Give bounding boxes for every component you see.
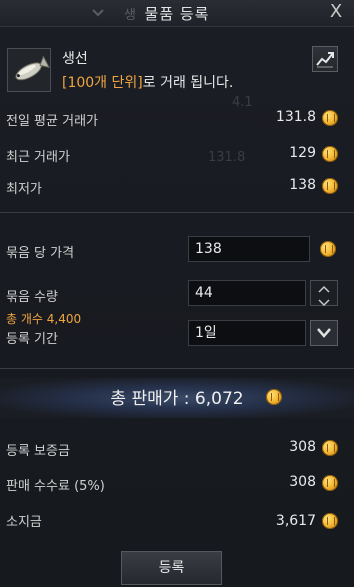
gold-coin-icon	[320, 241, 336, 257]
title-bar[interactable]: 생 물품 등록 X	[0, 0, 354, 27]
ghost-row-value: 131.8	[208, 150, 246, 165]
gold-coin-icon	[322, 178, 338, 194]
bundle-qty-label: 묶음 수량	[6, 290, 58, 305]
item-slot[interactable]	[7, 48, 51, 92]
bundle-qty-input[interactable]: 44	[188, 280, 306, 306]
period-dropdown-button[interactable]	[310, 320, 338, 346]
fish-icon	[15, 55, 51, 81]
money-on-hand-label: 소지금	[6, 515, 42, 530]
gold-coin-icon	[322, 440, 338, 456]
item-name: 생선	[62, 51, 88, 67]
section-divider	[0, 212, 354, 213]
chevron-down-icon	[317, 328, 331, 338]
ghost-row-value: 4.1	[232, 95, 253, 110]
section-divider	[0, 368, 354, 369]
item-trade-unit-text: [100개 단위]로 거래 됩니다.	[62, 72, 233, 92]
stepper-down-button[interactable]	[311, 293, 337, 307]
window-title: 물품 등록	[144, 5, 210, 23]
deposit-label: 등록 보증금	[6, 444, 70, 459]
stepper-up-button[interactable]	[311, 281, 337, 293]
gold-coin-icon	[266, 389, 282, 405]
bundle-price-label: 묶음 당 가격	[6, 246, 75, 261]
bundle-price-input[interactable]: 138	[188, 236, 310, 262]
period-select[interactable]: 1일	[188, 320, 306, 346]
prev-day-avg-value: 131.8	[275, 109, 316, 125]
money-on-hand-value: 3,617	[275, 513, 316, 529]
recent-price-label: 최근 거래가	[6, 150, 70, 165]
gold-coin-icon	[322, 475, 338, 491]
total-sale-price-text: 총 판매가 : 6,072	[110, 389, 244, 409]
gold-coin-icon	[322, 110, 338, 126]
item-registration-window: 생 물품 등록 X 4.1 131.8 생선 [100개 단위]로 거래 됩니다…	[0, 0, 354, 587]
lowest-price-value: 138	[289, 177, 316, 193]
period-label: 등록 기간	[6, 332, 58, 347]
deposit-value: 308	[289, 439, 316, 455]
prev-day-avg-label: 전일 평균 거래가	[6, 114, 98, 129]
gold-coin-icon	[322, 513, 338, 529]
total-sale-price: 총 판매가 : 6,072	[0, 384, 354, 409]
trade-unit-suffix: 로 거래 됩니다.	[142, 75, 234, 91]
quantity-stepper[interactable]	[310, 280, 338, 307]
chevron-down-icon	[318, 299, 330, 307]
price-chart-icon	[316, 52, 334, 68]
trade-unit-highlight: [100개 단위]	[62, 75, 143, 91]
register-button[interactable]: 등록	[121, 551, 222, 585]
sales-fee-label: 판매 수수료 (5%)	[6, 479, 105, 494]
close-button[interactable]: X	[326, 1, 346, 23]
price-chart-button[interactable]	[312, 46, 338, 72]
total-count-text: 총 개수 4,400	[6, 312, 82, 326]
gold-coin-icon	[322, 146, 338, 162]
recent-price-value: 129	[289, 145, 316, 161]
lowest-price-label: 최저가	[6, 182, 42, 197]
sales-fee-value: 308	[289, 474, 316, 490]
